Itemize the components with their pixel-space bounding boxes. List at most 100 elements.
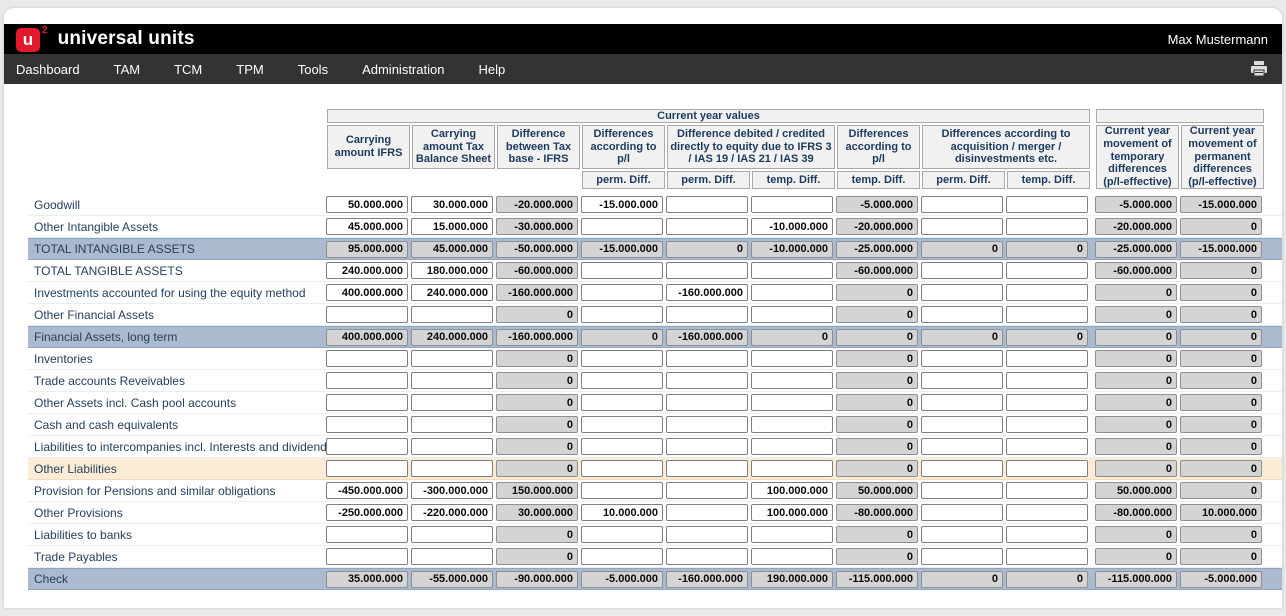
cell-input[interactable] [666,372,748,389]
cell-input[interactable] [581,504,663,521]
cell-input[interactable] [411,438,493,455]
nav-item-tpm[interactable]: TPM [236,62,263,77]
cell-input[interactable] [751,306,833,323]
cell-input[interactable] [1006,438,1088,455]
cell-input[interactable] [326,350,408,367]
nav-item-dashboard[interactable]: Dashboard [16,62,80,77]
cell-input[interactable] [411,460,493,477]
cell-input[interactable] [666,350,748,367]
cell-input[interactable] [666,548,748,565]
nav-item-tcm[interactable]: TCM [174,62,202,77]
cell-input[interactable] [326,548,408,565]
cell-input[interactable] [1006,504,1088,521]
cell-input[interactable] [666,284,748,301]
cell-input[interactable] [411,526,493,543]
cell-input[interactable] [921,394,1003,411]
cell-input[interactable] [666,504,748,521]
cell-input[interactable] [411,394,493,411]
cell-input[interactable] [921,438,1003,455]
cell-input[interactable] [666,262,748,279]
cell-input[interactable] [666,438,748,455]
cell-input[interactable] [581,416,663,433]
cell-input[interactable] [326,306,408,323]
cell-input[interactable] [581,350,663,367]
cell-input[interactable] [921,218,1003,235]
cell-input[interactable] [1006,482,1088,499]
cell-input[interactable] [326,438,408,455]
cell-input[interactable] [411,350,493,367]
cell-input[interactable] [581,548,663,565]
cell-input[interactable] [666,526,748,543]
cell-input[interactable] [751,526,833,543]
cell-input[interactable] [326,482,408,499]
cell-input[interactable] [411,284,493,301]
cell-input[interactable] [1006,372,1088,389]
cell-input[interactable] [411,372,493,389]
cell-input[interactable] [751,438,833,455]
cell-input[interactable] [411,218,493,235]
cell-input[interactable] [921,372,1003,389]
print-icon[interactable] [1250,61,1268,77]
cell-input[interactable] [921,526,1003,543]
cell-input[interactable] [1006,306,1088,323]
nav-item-tools[interactable]: Tools [298,62,328,77]
cell-input[interactable] [1006,350,1088,367]
cell-input[interactable] [751,350,833,367]
cell-input[interactable] [581,218,663,235]
cell-input[interactable] [666,482,748,499]
cell-input[interactable] [411,262,493,279]
cell-input[interactable] [411,482,493,499]
cell-input[interactable] [1006,394,1088,411]
cell-input[interactable] [921,482,1003,499]
cell-input[interactable] [751,482,833,499]
cell-input[interactable] [326,504,408,521]
cell-input[interactable] [326,460,408,477]
cell-input[interactable] [1006,460,1088,477]
cell-input[interactable] [326,262,408,279]
cell-input[interactable] [581,438,663,455]
cell-input[interactable] [921,548,1003,565]
cell-input[interactable] [581,262,663,279]
cell-input[interactable] [581,460,663,477]
cell-input[interactable] [581,372,663,389]
cell-input[interactable] [751,504,833,521]
cell-input[interactable] [1006,416,1088,433]
cell-input[interactable] [666,218,748,235]
cell-input[interactable] [921,460,1003,477]
cell-input[interactable] [411,504,493,521]
cell-input[interactable] [751,262,833,279]
cell-input[interactable] [751,394,833,411]
cell-input[interactable] [326,372,408,389]
cell-input[interactable] [921,416,1003,433]
cell-input[interactable] [326,196,408,213]
cell-input[interactable] [1006,526,1088,543]
cell-input[interactable] [666,460,748,477]
cell-input[interactable] [581,196,663,213]
cell-input[interactable] [326,218,408,235]
cell-input[interactable] [1006,548,1088,565]
cell-input[interactable] [921,284,1003,301]
cell-input[interactable] [751,196,833,213]
cell-input[interactable] [921,350,1003,367]
cell-input[interactable] [411,306,493,323]
cell-input[interactable] [326,394,408,411]
cell-input[interactable] [921,306,1003,323]
cell-input[interactable] [411,416,493,433]
cell-input[interactable] [666,394,748,411]
cell-input[interactable] [1006,218,1088,235]
cell-input[interactable] [751,460,833,477]
cell-input[interactable] [581,482,663,499]
cell-input[interactable] [921,504,1003,521]
cell-input[interactable] [1006,262,1088,279]
cell-input[interactable] [921,196,1003,213]
cell-input[interactable] [411,196,493,213]
cell-input[interactable] [666,196,748,213]
cell-input[interactable] [581,526,663,543]
nav-item-tam[interactable]: TAM [114,62,140,77]
cell-input[interactable] [326,284,408,301]
cell-input[interactable] [326,526,408,543]
cell-input[interactable] [1006,196,1088,213]
cell-input[interactable] [411,548,493,565]
cell-input[interactable] [581,394,663,411]
nav-item-administration[interactable]: Administration [362,62,444,77]
